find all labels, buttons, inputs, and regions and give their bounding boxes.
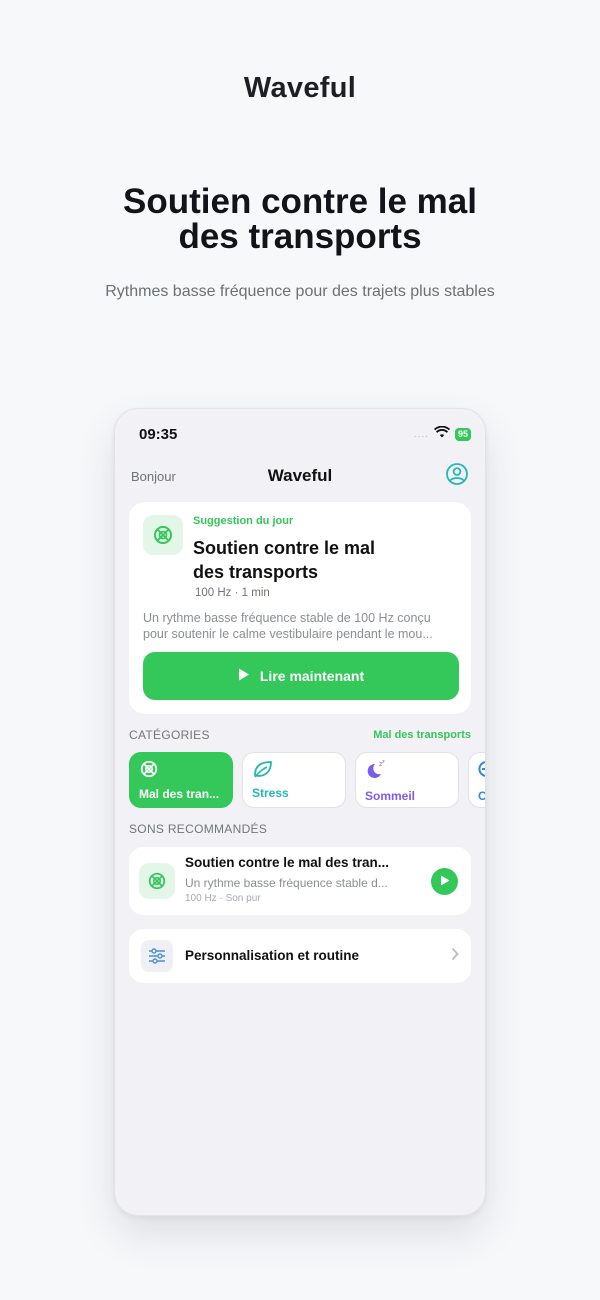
- category-motion-sickness[interactable]: Mal des tran...: [129, 752, 233, 808]
- suggestion-card[interactable]: Suggestion du jour Soutien contre le mal…: [129, 502, 471, 714]
- brand-title: Waveful: [243, 72, 357, 104]
- recommended-item-subtitle: Un rythme basse fréquence stable d...: [185, 876, 388, 890]
- suggestion-meta: 100 Hz · 1 min: [195, 587, 270, 599]
- signal-icon: ....: [413, 428, 429, 440]
- moon-zzz-icon: zz: [365, 759, 387, 786]
- category-label: Sommeil: [365, 789, 416, 803]
- hero-headline: Soutien contre le mal des transports: [123, 182, 477, 256]
- compass-cross-icon: [139, 863, 175, 899]
- profile-icon[interactable]: [445, 462, 469, 491]
- wifi-icon: [433, 425, 451, 443]
- greeting: Bonjour: [131, 468, 176, 484]
- recommended-item[interactable]: Soutien contre le mal des tran... Un ryt…: [129, 847, 471, 915]
- compass-cross-icon: [143, 515, 183, 555]
- play-icon: [440, 873, 450, 891]
- svg-text:z: z: [382, 759, 385, 765]
- play-button[interactable]: [431, 868, 458, 895]
- recommended-header: SONS RECOMMANDÉS: [129, 822, 471, 836]
- personalization-row[interactable]: Personnalisation et routine: [129, 929, 471, 983]
- sliders-icon: [141, 940, 173, 972]
- personalization-label: Personnalisation et routine: [185, 948, 360, 963]
- category-sleep[interactable]: zz Sommeil: [355, 752, 459, 808]
- status-time: 09:35: [139, 425, 178, 443]
- selected-category-link[interactable]: Mal des transports: [373, 729, 471, 741]
- battery-icon: 95: [454, 427, 471, 441]
- category-label: Mal des tran...: [139, 787, 220, 801]
- top-nav: Bonjour Waveful: [131, 462, 469, 491]
- suggestion-label: Suggestion du jour: [193, 515, 294, 527]
- category-label: C: [478, 789, 485, 803]
- phone-screen: 09:35 .... 95 Bonjour Waveful Suggestion…: [114, 408, 486, 1216]
- categories-row: Mal des tran... Stress zz Sommeil C: [129, 752, 485, 808]
- play-now-label: Lire maintenant: [259, 668, 365, 684]
- category-partial[interactable]: C: [468, 752, 485, 808]
- suggestion-description: Un rythme basse fréquence stable de 100 …: [143, 611, 433, 641]
- category-label: Stress: [252, 786, 289, 800]
- categories-title: CATÉGORIES: [129, 728, 210, 742]
- chevron-right-icon: [451, 947, 459, 966]
- nav-title: Waveful: [267, 466, 333, 485]
- hero-subline: Rythmes basse fréquence pour des trajets…: [105, 283, 495, 300]
- recommended-title: SONS RECOMMANDÉS: [129, 822, 268, 836]
- compass-cross-icon: [139, 759, 159, 784]
- categories-header: CATÉGORIES Mal des transports: [129, 728, 471, 742]
- recommended-item-meta: 100 Hz · Son pur: [185, 893, 261, 904]
- play-now-button[interactable]: Lire maintenant: [143, 652, 459, 700]
- leaf-icon: [252, 759, 274, 784]
- play-icon: [238, 668, 250, 684]
- arrows-icon: [478, 759, 485, 784]
- category-stress[interactable]: Stress: [242, 752, 346, 808]
- recommended-item-title: Soutien contre le mal des tran...: [185, 855, 390, 870]
- status-bar: 09:35 .... 95: [139, 423, 471, 445]
- suggestion-title: Soutien contre le mal des transports: [193, 538, 376, 582]
